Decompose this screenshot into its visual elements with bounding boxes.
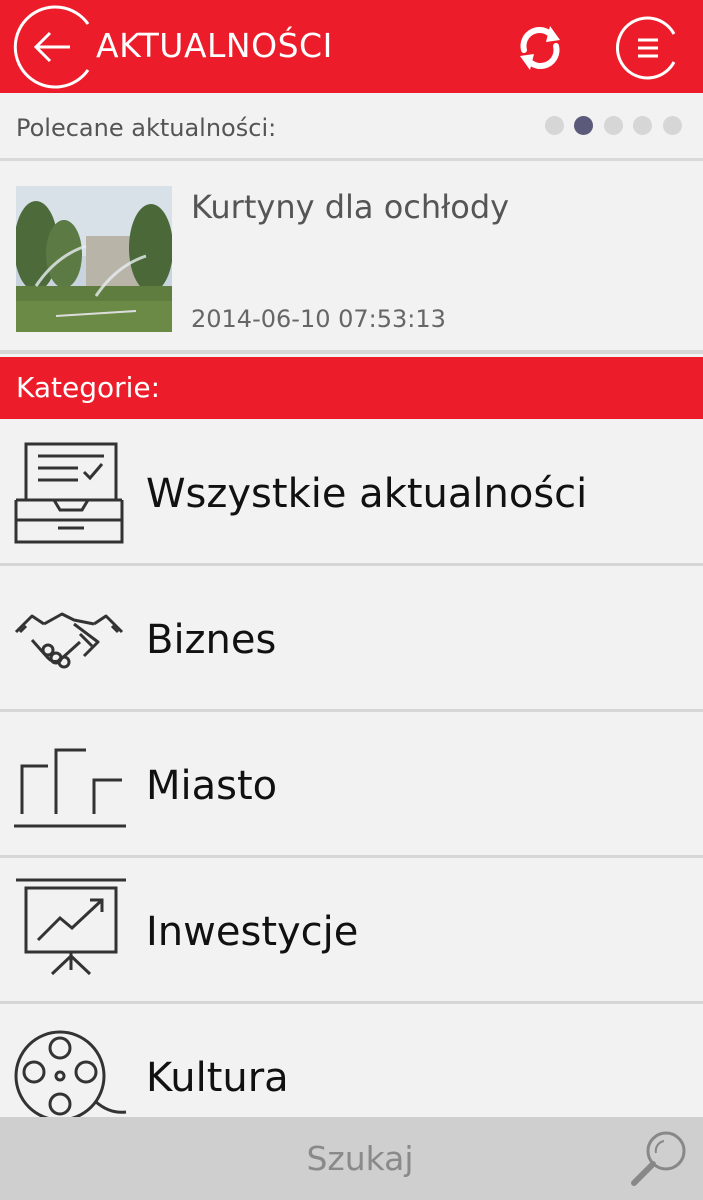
menu-icon — [616, 16, 676, 80]
presentation-chart-icon — [14, 876, 128, 986]
category-label: Inwestycje — [146, 909, 359, 955]
search-icon — [631, 1131, 686, 1186]
carousel-dot[interactable] — [604, 116, 623, 135]
category-label: Biznes — [146, 617, 277, 663]
carousel-dot[interactable] — [545, 116, 564, 135]
search-input[interactable] — [0, 1117, 620, 1200]
category-item-miasto[interactable]: Miasto — [0, 712, 703, 858]
category-label: Wszystkie aktualności — [146, 471, 588, 517]
featured-header: Polecane aktualności: — [0, 93, 703, 161]
carousel-dot[interactable] — [663, 116, 682, 135]
search-bar — [0, 1117, 703, 1200]
news-title[interactable]: Kurtyny dla ochłody — [191, 186, 509, 228]
city-buildings-icon — [14, 730, 128, 840]
refresh-button[interactable] — [512, 20, 568, 76]
page-title: AKTUALNOŚCI — [96, 26, 333, 65]
category-item-kultura[interactable]: Kultura — [0, 1004, 703, 1117]
featured-news-card[interactable]: Kurtyny dla ochłody 2014-06-10 07:53:13 — [0, 164, 703, 354]
category-label: Miasto — [146, 763, 278, 809]
categories-label: Kategorie: — [16, 371, 161, 404]
category-item-inwestycje[interactable]: Inwestycje — [0, 858, 703, 1004]
carousel-dot[interactable] — [633, 116, 652, 135]
back-button[interactable] — [8, 4, 94, 90]
inbox-tray-icon — [14, 438, 128, 548]
news-date: 2014-06-10 07:53:13 — [191, 305, 446, 333]
featured-label: Polecane aktualności: — [16, 114, 277, 142]
film-reel-icon — [14, 1022, 128, 1117]
handshake-icon — [14, 584, 128, 694]
category-item-wszystkie[interactable]: Wszystkie aktualności — [0, 420, 703, 566]
menu-button[interactable] — [616, 16, 680, 80]
news-thumbnail — [16, 186, 172, 332]
category-label: Kultura — [146, 1055, 289, 1101]
category-item-biznes[interactable]: Biznes — [0, 566, 703, 712]
categories-header: Kategorie: — [0, 357, 703, 419]
refresh-icon — [520, 26, 560, 70]
carousel-dot-active[interactable] — [574, 116, 593, 135]
search-button[interactable] — [628, 1127, 690, 1189]
top-bar: AKTUALNOŚCI — [0, 0, 703, 93]
back-arrow-icon — [13, 5, 90, 89]
